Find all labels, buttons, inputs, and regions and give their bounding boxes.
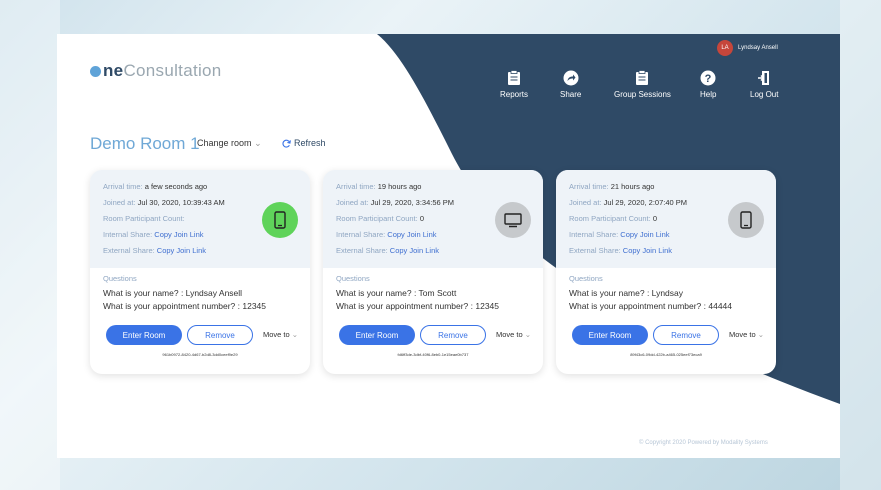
group-sessions-icon: [636, 70, 649, 85]
nav-reports[interactable]: Reports: [500, 70, 528, 99]
participant-id: 89f43c6-09dd-422b-a465-025eef73eca9: [630, 352, 702, 357]
user-name: Lyndsay Ansell: [738, 45, 778, 51]
device-badge: [262, 202, 298, 238]
move-to-dropdown[interactable]: Move to ⌄: [263, 330, 298, 339]
device-badge: [495, 202, 531, 238]
arrival-time: a few seconds ago: [144, 182, 208, 191]
nav-log-out[interactable]: Log Out: [750, 70, 778, 99]
external-share-link[interactable]: Copy Join Link: [157, 246, 206, 255]
footer-copyright: © Copyright 2020 Powered by Modality Sys…: [639, 440, 768, 446]
nav-help[interactable]: ? Help: [700, 70, 716, 99]
svg-text:?: ?: [705, 73, 712, 85]
remove-button[interactable]: Remove: [420, 325, 486, 345]
question-answer: What is your appointment number? : 12345: [103, 301, 267, 311]
move-to-dropdown[interactable]: Move to ⌄: [729, 330, 764, 339]
participant-card: Arrival time: a few seconds ago Joined a…: [90, 170, 310, 374]
enter-room-button[interactable]: Enter Room: [572, 325, 648, 345]
clipboard-icon: [508, 70, 520, 85]
enter-room-button[interactable]: Enter Room: [339, 325, 415, 345]
chevron-down-icon: ⌄: [524, 330, 532, 339]
logout-icon: [758, 71, 770, 85]
refresh-button[interactable]: Refresh: [282, 138, 326, 148]
joined-at: Jul 29, 2020, 2:07:40 PM: [603, 198, 688, 207]
question-answer: What is your appointment number? : 44444: [569, 301, 733, 311]
room-title: Demo Room 1: [90, 134, 200, 153]
participant-count: 0: [652, 214, 657, 223]
share-icon: [563, 70, 579, 86]
participant-count: 0: [419, 214, 424, 223]
card-details: Arrival time: 19 hours ago Joined at: Ju…: [323, 170, 543, 268]
chevron-down-icon: ⌄: [254, 138, 262, 148]
question-answer: What is your name? : Lyndsay Ansell: [103, 288, 243, 298]
joined-at: Jul 29, 2020, 3:34:56 PM: [370, 198, 455, 207]
external-share-link[interactable]: Copy Join Link: [390, 246, 439, 255]
remove-button[interactable]: Remove: [187, 325, 253, 345]
internal-share-link[interactable]: Copy Join Link: [154, 230, 203, 239]
avatar: LA: [717, 40, 733, 56]
card-details: Arrival time: a few seconds ago Joined a…: [90, 170, 310, 268]
external-share-link[interactable]: Copy Join Link: [623, 246, 672, 255]
arrival-time: 21 hours ago: [610, 182, 655, 191]
phone-icon: [274, 211, 286, 229]
change-room-dropdown[interactable]: Change room ⌄: [197, 138, 262, 149]
participant-card: Arrival time: 19 hours ago Joined at: Ju…: [323, 170, 543, 374]
joined-at: Jul 30, 2020, 10:39:43 AM: [137, 198, 225, 207]
refresh-icon: [282, 139, 291, 148]
participant-id: 961b0972-8420-4d67-b2d8-3dd0ceef9e29: [162, 352, 238, 357]
question-answer: What is your appointment number? : 12345: [336, 301, 500, 311]
background-panel: [0, 0, 60, 490]
internal-share-link[interactable]: Copy Join Link: [620, 230, 669, 239]
help-icon: ?: [700, 70, 716, 86]
monitor-icon: [504, 212, 522, 227]
question-answer: What is your name? : Tom Scott: [336, 288, 457, 298]
app-window: ne Consultation LA Lyndsay Ansell Report…: [57, 34, 840, 458]
participant-card: Arrival time: 21 hours ago Joined at: Ju…: [556, 170, 776, 374]
logo-dot-icon: [90, 65, 101, 77]
phone-icon: [740, 211, 752, 229]
nav-share[interactable]: Share: [560, 70, 581, 99]
card-details: Arrival time: 21 hours ago Joined at: Ju…: [556, 170, 776, 268]
nav-group-sessions[interactable]: Group Sessions: [614, 70, 671, 99]
participant-id: fd6ff3de-3dbf-40f6-8eb0-1e15eae0b737: [397, 352, 469, 357]
remove-button[interactable]: Remove: [653, 325, 719, 345]
enter-room-button[interactable]: Enter Room: [106, 325, 182, 345]
user-menu[interactable]: LA Lyndsay Ansell: [717, 40, 778, 56]
move-to-dropdown[interactable]: Move to ⌄: [496, 330, 531, 339]
chevron-down-icon: ⌄: [757, 330, 765, 339]
app-logo: ne Consultation: [90, 61, 222, 81]
arrival-time: 19 hours ago: [377, 182, 422, 191]
device-badge: [728, 202, 764, 238]
background-panel: [840, 0, 881, 490]
chevron-down-icon: ⌄: [291, 330, 299, 339]
internal-share-link[interactable]: Copy Join Link: [387, 230, 436, 239]
question-answer: What is your name? : Lyndsay: [569, 288, 684, 298]
